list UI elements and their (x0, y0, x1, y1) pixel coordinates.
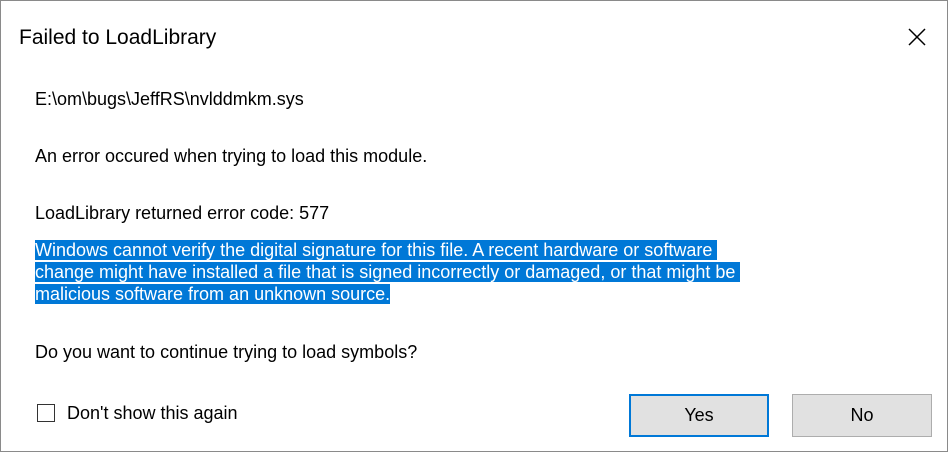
signature-warning-line-2: change might have installed a file that … (35, 262, 741, 282)
module-path-text: E:\om\bugs\JeffRS\nvlddmkm.sys (35, 89, 304, 109)
close-button[interactable] (887, 1, 947, 73)
error-code-text: LoadLibrary returned error code: 577 (35, 203, 330, 223)
dont-show-again-option[interactable]: Don't show this again (37, 401, 238, 425)
signature-warning-line-3: malicious software from an unknown sourc… (35, 284, 391, 304)
dont-show-again-label[interactable]: Don't show this again (67, 402, 238, 424)
title-bar: Failed to LoadLibrary (1, 1, 947, 75)
no-button[interactable]: No (792, 394, 932, 437)
dialog-body: E:\om\bugs\JeffRS\nvlddmkm.sys An error … (1, 75, 947, 451)
dont-show-again-checkbox[interactable] (37, 404, 55, 422)
dialog-title: Failed to LoadLibrary (19, 26, 217, 49)
continue-question-text: Do you want to continue trying to load s… (35, 342, 418, 362)
close-icon (908, 28, 926, 46)
yes-button[interactable]: Yes (629, 394, 769, 437)
error-message-text: An error occured when trying to load thi… (35, 146, 428, 166)
load-library-dialog: Failed to LoadLibrary E:\om\bugs\JeffRS\… (0, 0, 948, 452)
signature-warning-line-1: Windows cannot verify the digital signat… (35, 240, 718, 260)
signature-warning-text[interactable]: Windows cannot verify the digital signat… (35, 239, 895, 305)
